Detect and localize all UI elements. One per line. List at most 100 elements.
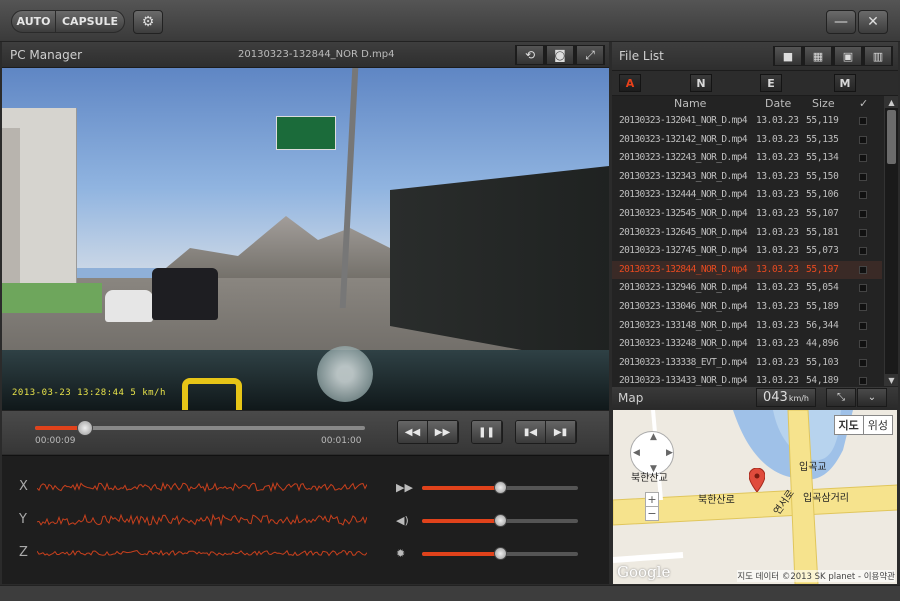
file-rows: 20130323-132041_NOR_D.mp4 13.03.23 55,119 2… xyxy=(612,112,882,391)
file-checkbox[interactable] xyxy=(859,247,867,256)
open-folder-button[interactable]: ■ xyxy=(773,46,803,66)
scroll-thumb[interactable] xyxy=(887,110,896,164)
mode-switch[interactable]: AUTO CAPSULE xyxy=(11,10,125,33)
file-checkbox[interactable] xyxy=(859,154,867,163)
file-checkbox[interactable] xyxy=(859,228,867,237)
map-marker-icon[interactable] xyxy=(749,468,765,492)
forward-button[interactable]: ▶▶ xyxy=(428,421,458,443)
calendar-button[interactable]: ▦ xyxy=(803,46,833,66)
file-row[interactable]: 20130323-132142_NOR_D.mp4 13.03.23 55,135 xyxy=(612,131,882,150)
settings-button[interactable]: ⚙ xyxy=(133,10,163,34)
file-checkbox[interactable] xyxy=(859,284,867,293)
fullscreen-button[interactable]: ⤢ xyxy=(575,45,605,65)
filter-all[interactable]: A xyxy=(619,74,641,92)
folder-icon: ■ xyxy=(774,46,802,66)
gsensor-wave-z xyxy=(37,549,367,557)
column-size[interactable]: Size xyxy=(812,97,835,110)
file-date: 13.03.23 xyxy=(756,115,799,126)
close-button[interactable]: ✕ xyxy=(858,10,888,34)
file-checkbox[interactable] xyxy=(859,191,867,200)
file-name: 20130323-133433_NOR_D.mp4 xyxy=(619,375,748,387)
file-row[interactable]: 20130323-132243_NOR_D.mp4 13.03.23 55,134 xyxy=(612,149,882,168)
file-checkbox[interactable] xyxy=(859,321,867,330)
file-checkbox[interactable] xyxy=(859,340,867,349)
file-size: 55,107 xyxy=(806,207,839,219)
map-label-road-main: 북한산로 xyxy=(698,495,735,506)
pan-right-icon[interactable]: ▶ xyxy=(666,448,673,458)
mode-capsule-button[interactable]: CAPSULE xyxy=(56,11,124,32)
file-name: 20130323-132545_NOR_D.mp4 xyxy=(619,207,748,219)
pause-button[interactable]: ❚❚ xyxy=(472,421,502,443)
slider-thumb[interactable] xyxy=(494,481,507,494)
zoom-out-icon[interactable]: − xyxy=(646,506,658,520)
slider-thumb[interactable] xyxy=(494,547,507,560)
filter-event[interactable]: E xyxy=(760,74,782,92)
file-row[interactable]: 20130323-132745_NOR_D.mp4 13.03.23 55,073 xyxy=(612,242,882,261)
previous-file-button[interactable]: ▮◀ xyxy=(516,421,546,443)
save-icon: ▣ xyxy=(834,46,862,66)
video-frame[interactable]: 2013-03-23 13:28:44 5 km/h xyxy=(2,68,609,410)
file-row[interactable]: 20130323-132343_NOR_D.mp4 13.03.23 55,150 xyxy=(612,168,882,187)
file-name: 20130323-133148_NOR_D.mp4 xyxy=(619,319,748,331)
file-checkbox[interactable] xyxy=(859,358,867,367)
map-title: Map xyxy=(618,391,644,405)
file-row[interactable]: 20130323-133046_NOR_D.mp4 13.03.23 55,189 xyxy=(612,298,882,317)
rewind-button[interactable]: ◀◀ xyxy=(398,421,428,443)
scroll-up-icon[interactable]: ▲ xyxy=(885,96,898,108)
seek-thumb[interactable] xyxy=(76,420,93,436)
file-checkbox[interactable] xyxy=(859,377,867,386)
column-name[interactable]: Name xyxy=(674,97,706,110)
file-list-scrollbar[interactable]: ▲ ▼ xyxy=(884,96,898,386)
file-row[interactable]: 20130323-132645_NOR_D.mp4 13.03.23 55,181 xyxy=(612,224,882,243)
map-dropdown-button[interactable]: ⌄ xyxy=(857,388,887,407)
column-check[interactable]: ✓ xyxy=(859,97,868,110)
pan-left-icon[interactable]: ◀ xyxy=(633,448,640,458)
file-checkbox[interactable] xyxy=(859,135,867,144)
status-bar xyxy=(0,585,900,601)
slider-thumb[interactable] xyxy=(494,514,507,527)
file-checkbox[interactable] xyxy=(859,265,867,274)
file-row[interactable]: 20130323-133338_EVT_D.mp4 13.03.23 55,103 xyxy=(612,354,882,373)
zoom-in-icon[interactable]: + xyxy=(646,493,658,506)
file-row[interactable]: 20130323-133148_NOR_D.mp4 13.03.23 56,344 xyxy=(612,317,882,336)
gsensor-panel: X Y Z ▶▶ ◀) ✹ xyxy=(2,455,609,584)
mode-auto-button[interactable]: AUTO xyxy=(12,11,56,32)
map-type-satellite[interactable]: 위성 xyxy=(864,416,892,434)
video-car-black xyxy=(152,268,218,320)
minimize-button[interactable]: — xyxy=(826,10,856,34)
filter-normal[interactable]: N xyxy=(690,74,712,92)
file-row[interactable]: 20130323-132545_NOR_D.mp4 13.03.23 55,107 xyxy=(612,205,882,224)
map-expand-button[interactable]: ⤡ xyxy=(826,388,856,407)
seek-bar[interactable] xyxy=(35,420,365,436)
map-label-ipgok-bridge: 입곡교 xyxy=(799,462,827,473)
file-checkbox[interactable] xyxy=(859,302,867,311)
snapshot-button[interactable]: ◙ xyxy=(545,45,575,65)
playback-speed-slider[interactable] xyxy=(422,481,578,494)
next-file-button[interactable]: ▶▮ xyxy=(546,421,576,443)
file-row[interactable]: 20130323-132444_NOR_D.mp4 13.03.23 55,106 xyxy=(612,186,882,205)
file-checkbox[interactable] xyxy=(859,209,867,218)
file-size: 44,896 xyxy=(806,338,839,350)
scroll-down-icon[interactable]: ▼ xyxy=(885,374,898,386)
column-date[interactable]: Date xyxy=(765,97,791,110)
map-type-map[interactable]: 지도 xyxy=(835,416,864,434)
slider-fill xyxy=(422,519,500,523)
file-row[interactable]: 20130323-132946_NOR_D.mp4 13.03.23 55,054 xyxy=(612,279,882,298)
file-checkbox[interactable] xyxy=(859,117,867,125)
filter-manual[interactable]: M xyxy=(834,74,856,92)
file-row[interactable]: 20130323-132844_NOR_D.mp4 13.03.23 55,197 xyxy=(612,260,882,280)
file-checkbox[interactable] xyxy=(859,172,867,181)
volume-slider[interactable] xyxy=(422,514,578,527)
save-button[interactable]: ▣ xyxy=(833,46,863,66)
repeat-button[interactable]: ⟲ xyxy=(515,45,545,65)
file-date: 13.03.23 xyxy=(756,375,799,387)
file-date: 13.03.23 xyxy=(756,319,799,331)
brightness-slider[interactable] xyxy=(422,547,578,560)
map-view[interactable]: ▲ ▼ ◀ ▶ + − 지도 위성 북한산교 북한산로 연서로 입곡교 입곡삼거… xyxy=(613,410,897,584)
file-row[interactable]: 20130323-133248_NOR_D.mp4 13.03.23 44,896 xyxy=(612,335,882,354)
video-wiper xyxy=(182,378,242,410)
map-copyright[interactable]: 지도 데이터 ©2013 SK planet - 이용약관 xyxy=(737,570,895,582)
pan-up-icon[interactable]: ▲ xyxy=(650,432,657,442)
file-row[interactable]: 20130323-132041_NOR_D.mp4 13.03.23 55,119 xyxy=(612,112,882,131)
delete-button[interactable]: ▥ xyxy=(863,46,893,66)
